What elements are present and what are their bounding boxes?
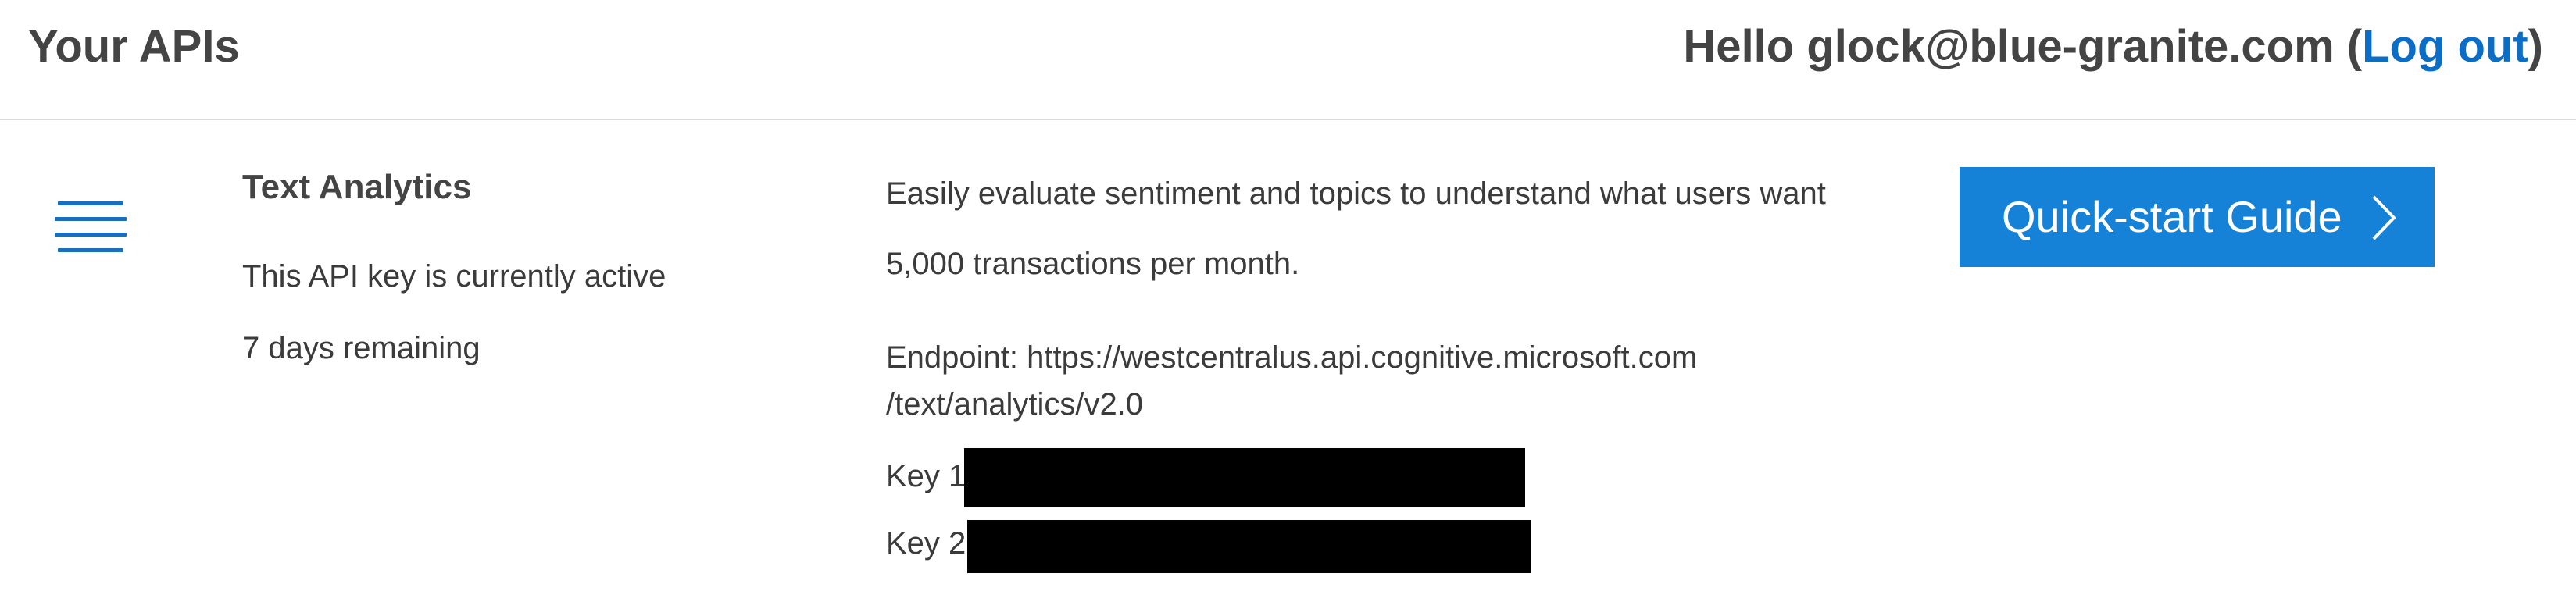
api-days-remaining: 7 days remaining [242, 331, 481, 365]
greeting-suffix: ) [2528, 21, 2543, 72]
user-greeting: Hello glock@blue-granite.com (Log out) [1683, 19, 2543, 75]
logout-link[interactable]: Log out [2362, 21, 2528, 72]
api-key-status: This API key is currently active [242, 259, 666, 294]
api-name: Text Analytics [242, 168, 472, 206]
key-2-redaction [967, 520, 1531, 573]
header: Your APIs Hello glock@blue-granite.com (… [0, 0, 2576, 120]
api-quota: 5,000 transactions per month. [886, 247, 1300, 281]
key-1-redaction [964, 448, 1525, 507]
key-1-label: Key 1: [886, 459, 975, 493]
hamburger-menu-icon[interactable] [55, 201, 127, 253]
key-2-label: Key 2: [886, 526, 975, 561]
quick-start-label: Quick-start Guide [2002, 192, 2342, 241]
chevron-right-icon [2372, 195, 2396, 240]
quick-start-guide-button[interactable]: Quick-start Guide [1960, 167, 2435, 267]
api-description: Easily evaluate sentiment and topics to … [886, 176, 1826, 211]
page: Your APIs Hello glock@blue-granite.com (… [0, 0, 2576, 598]
endpoint-line-1: Endpoint: https://westcentralus.api.cogn… [886, 340, 1698, 375]
endpoint-line-2: /text/analytics/v2.0 [886, 387, 1144, 422]
greeting-prefix: Hello glock@blue-granite.com ( [1683, 21, 2363, 72]
page-title: Your APIs [28, 21, 240, 72]
